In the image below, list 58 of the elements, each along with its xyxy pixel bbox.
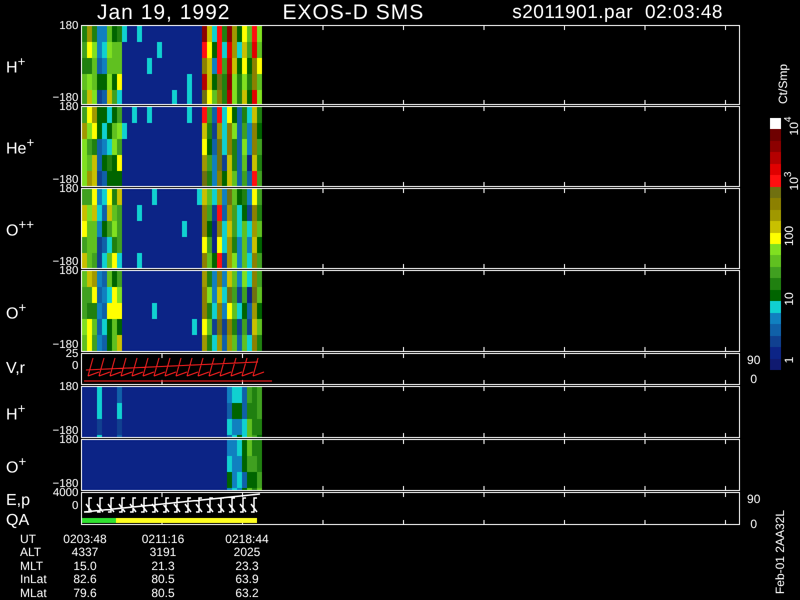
table-cell-text: 15.0 (72, 560, 98, 574)
clock-time: 02:03:48 (645, 2, 723, 24)
scale-tick-label: 1 (783, 356, 795, 364)
row-label: InLat (20, 573, 48, 587)
instrument-title: EXOS-D SMS (282, 2, 424, 24)
panel-label: QA (6, 512, 30, 530)
table-cell-text: 0218:44 (224, 533, 270, 546)
panel-label: O$^{++}$ (6, 216, 34, 241)
scale-tick-label: 10 (783, 292, 795, 306)
table-cell-text: 21.3 (150, 560, 176, 574)
panel-label: He$^{+}$ (6, 134, 34, 159)
axis-tick-label: −180 (52, 426, 78, 436)
axis-tick-label: 25 (66, 349, 78, 359)
table-cell-text: 63.9 (234, 573, 260, 587)
axis-tick-label: −180 (52, 93, 78, 103)
row-label: MLat (20, 586, 48, 600)
axis-tick-label: 0 (72, 501, 78, 511)
table-cell-text: 4337 (70, 546, 100, 560)
axis-tick-label: 90 (747, 354, 760, 366)
axis-tick-label: 180 (59, 102, 78, 112)
row-label: ALT (20, 546, 42, 560)
table-cell-text: 0211:16 (140, 533, 186, 546)
row-label: UT (20, 533, 37, 546)
table-cell-text: 80.5 (150, 586, 176, 600)
panel-label: V,r (6, 360, 25, 378)
table-cell-text: 82.6 (72, 573, 98, 587)
axis-tick-label: −180 (52, 175, 78, 185)
plot-id: Feb-01 2AA32L (774, 510, 786, 594)
axis-tick-label: 0 (750, 518, 758, 530)
axis-tick-label: 180 (59, 382, 78, 392)
axis-tick-label: −180 (52, 479, 78, 489)
axis-tick-label: 180 (59, 184, 78, 194)
row-label: MLT (20, 560, 44, 574)
axis-tick-label: −180 (52, 257, 78, 267)
plot-date: Jan 19, 1992 (97, 2, 230, 24)
panel-label: H$^{+}$ (6, 52, 26, 78)
axis-tick-label: 180 (59, 266, 78, 276)
axis-tick-label: 90 (747, 493, 760, 505)
table-cell-text: 80.5 (150, 573, 176, 587)
unit-label: Ct/Smp (776, 64, 788, 104)
panel-label: O$^{+}$ (6, 298, 26, 324)
axis-tick-label: 180 (59, 435, 78, 445)
axis-tick-label: −180 (52, 340, 78, 350)
table-cell-text: 79.6 (72, 586, 98, 600)
table-cell-text: 63.2 (234, 586, 260, 600)
file-name: s2011901.par (512, 2, 634, 24)
panel-label: H$^{+}$ (6, 400, 26, 424)
panel-label: O$^{+}$ (6, 452, 26, 478)
table-cell-text: 0203:48 (62, 533, 108, 546)
axis-tick-label: 0 (750, 373, 758, 385)
table-cell-text: 23.3 (234, 560, 260, 574)
table-cell-text: 3191 (148, 546, 178, 560)
axis-tick-label: 0 (72, 361, 78, 371)
axis-tick-label: 4000 (52, 488, 78, 498)
axis-tick-label: 180 (59, 21, 78, 31)
panel-label: E,p (6, 492, 30, 510)
table-cell-text: 2025 (232, 546, 262, 560)
scale-tick-label: 100 (783, 226, 795, 246)
